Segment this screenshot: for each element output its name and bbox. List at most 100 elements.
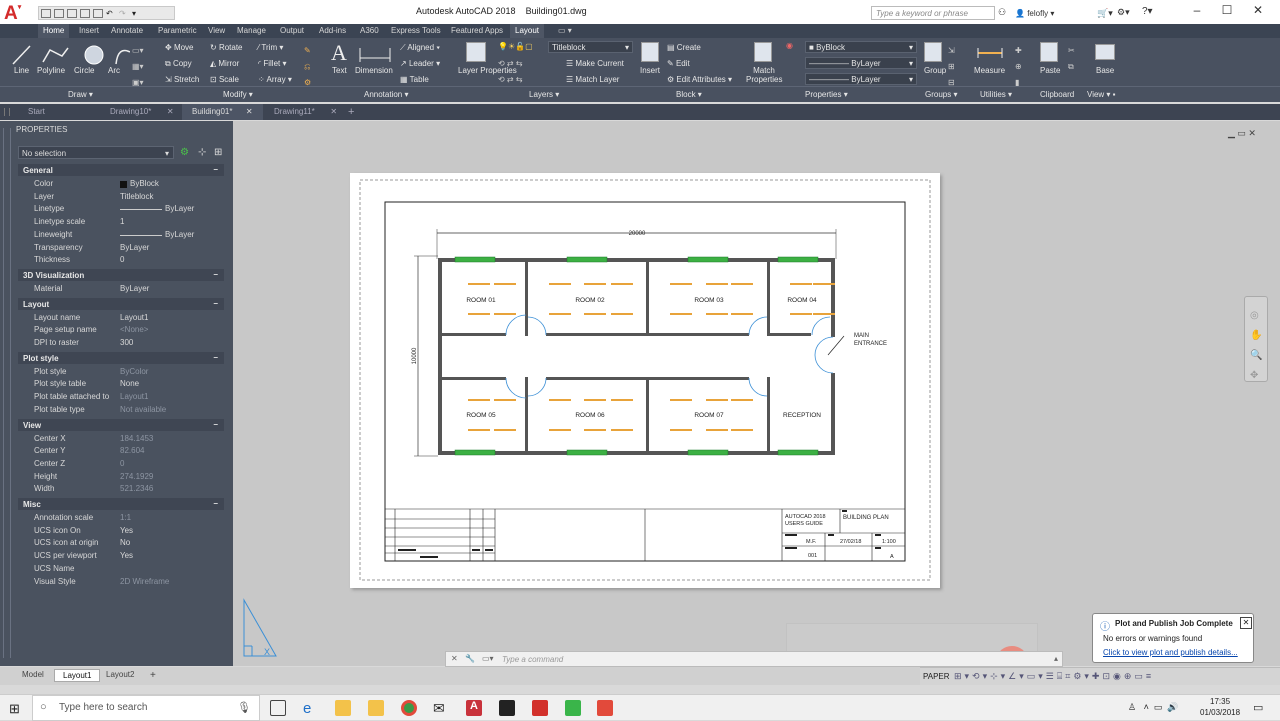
prop-value[interactable]: 2D Wireframe (120, 577, 169, 586)
viewport-window-controls[interactable]: ▁ ▭ ✕ (1228, 128, 1256, 139)
prop-value[interactable]: Layout1 (120, 313, 148, 322)
recorder-icon[interactable] (597, 700, 613, 716)
prop-value[interactable]: 0 (120, 459, 124, 468)
text-icon[interactable]: A (331, 40, 347, 66)
prop-value[interactable]: ByLayer (165, 230, 194, 239)
prop-value[interactable]: 274.1929 (120, 472, 153, 481)
microphone-icon[interactable]: 🎙 (237, 701, 251, 714)
tab-insert[interactable]: Insert (74, 24, 104, 38)
edge-icon[interactable]: e (303, 700, 319, 717)
help-icon[interactable]: ?▾ (1142, 6, 1153, 17)
search-input[interactable]: Type a keyword or phrase (871, 6, 995, 20)
array-button[interactable]: ⁘ Array ▾ (258, 75, 292, 84)
user-menu[interactable]: 👤 felofly ▾ (1015, 9, 1054, 18)
doc-tab-building01[interactable]: Building01* ✕ (182, 104, 263, 120)
mirror-button[interactable]: ◭ Mirror (210, 59, 239, 68)
prop-value[interactable]: ByLayer (120, 284, 149, 293)
prop-value[interactable]: 1:1 (120, 513, 131, 522)
layer-properties-icon[interactable] (466, 42, 486, 62)
task-view-icon[interactable] (270, 700, 286, 716)
tab-manage[interactable]: Manage (232, 24, 271, 38)
arc-button[interactable]: Arc (108, 66, 120, 75)
palette-grip[interactable] (3, 128, 11, 658)
panel-title-utilities[interactable]: Utilities ▾ (980, 90, 1012, 99)
prop-value[interactable]: 184.1453 (120, 434, 153, 443)
taskbar-search[interactable]: ○ Type here to search 🎙 (32, 695, 260, 721)
trim-button[interactable]: ⁄ Trim ▾ (258, 43, 283, 52)
cmd-history-icon[interactable]: ▴ (1054, 654, 1058, 663)
prop-value[interactable]: Not available (120, 405, 166, 414)
copy-button[interactable]: ⧉ Copy (165, 59, 192, 69)
linetype-dropdown[interactable]: ————— ByLayer ▾ (805, 57, 917, 69)
color-dropdown[interactable]: ■ ByBlock ▾ (805, 41, 917, 53)
mail-icon[interactable]: ✉ (433, 700, 449, 716)
section-view[interactable]: View – (18, 418, 224, 431)
match-layer-button[interactable]: ☰ Match Layer (566, 75, 619, 84)
group-button[interactable]: Group (924, 66, 946, 75)
rotate-button[interactable]: ↻ Rotate (210, 43, 243, 52)
utility-icons[interactable]: ✚ ⊕ ▮ (1015, 43, 1022, 91)
circle-button[interactable]: Circle (74, 66, 94, 75)
tab-model[interactable]: Model (14, 669, 52, 682)
nav-icons[interactable]: ◎ ✋ 🔍 ✥ (1250, 306, 1262, 386)
file-explorer-icon[interactable] (335, 700, 351, 716)
open-icon[interactable] (54, 9, 64, 18)
camtasia-icon[interactable] (565, 700, 581, 716)
base-icon[interactable] (1095, 44, 1115, 60)
dimension-button[interactable]: Dimension (355, 66, 393, 75)
group-icon[interactable] (924, 42, 942, 62)
command-line[interactable]: ✕ 🔧 ▭▾ Type a command ▴ (445, 651, 1063, 667)
measure-button[interactable]: Measure (974, 66, 1005, 75)
edit-attributes-button[interactable]: ⚙ Edit Attributes ▾ (667, 75, 732, 84)
prop-value[interactable]: 0 (120, 255, 124, 264)
layer-tools2-icons[interactable]: ⟲ ⇄ ⇆ (498, 75, 523, 84)
pickadd-icon[interactable]: ⊞ (214, 147, 222, 158)
tab-home[interactable]: Home (38, 24, 70, 38)
tab-output[interactable]: Output (275, 24, 309, 38)
lineweight-dropdown[interactable]: ————— ByLayer ▾ (805, 73, 917, 85)
add-layout-icon[interactable]: + (142, 669, 164, 682)
move-button[interactable]: ✥ Move (165, 43, 194, 52)
status-tool-icons[interactable]: ⊞▾⟲▾⊹▾∠▾▭▾☰⌸⌗⚙▾✚⊡◉⊕▭≡ (954, 671, 1154, 682)
section-plot[interactable]: Plot style – (18, 351, 224, 364)
new-tab-icon[interactable]: + (348, 106, 354, 118)
leader-button[interactable]: ↗ Leader ▾ (400, 59, 440, 68)
text-button[interactable]: Text (332, 66, 347, 75)
close-button[interactable]: ✕ (1243, 3, 1273, 21)
command-input[interactable]: Type a command (502, 655, 563, 664)
select-objects-icon[interactable]: ⊹ (198, 147, 206, 158)
layer-tools-icons[interactable]: ⟲ ⇄ ⇆ (498, 59, 523, 68)
pdf-icon[interactable] (532, 700, 548, 716)
modify-extra-icons[interactable]: ✎ ⎌ ⚙ (304, 43, 311, 91)
store-icon[interactable] (368, 700, 384, 716)
doc-tab-drawing10[interactable]: Drawing10* ✕ (100, 104, 184, 120)
recent-cmd-icon[interactable]: ▭▾ (482, 654, 494, 663)
tab-view[interactable]: View (203, 24, 230, 38)
redo-icon[interactable]: ↷ (119, 9, 129, 18)
tab-layout[interactable]: Layout (510, 24, 545, 38)
make-current-button[interactable]: ☰ Make Current (566, 59, 624, 68)
create-block-button[interactable]: ▤ Create (667, 43, 701, 52)
close-notification-button[interactable]: ✕ (1240, 617, 1252, 629)
section-misc[interactable]: Misc – (18, 498, 224, 510)
prop-value[interactable]: Titleblock (120, 192, 154, 201)
doc-tab-start[interactable]: Start (18, 104, 55, 120)
system-clock[interactable]: 17:35 01/03/2018 (1200, 696, 1240, 718)
tab-layout1[interactable]: Layout1 (54, 669, 101, 682)
notification-link[interactable]: Click to view plot and publish details..… (1103, 648, 1238, 657)
maximize-button[interactable]: ☐ (1212, 3, 1242, 21)
tab-express-tools[interactable]: Express Tools (386, 24, 446, 38)
scale-button[interactable]: ⊡ Scale (210, 75, 239, 84)
prop-value[interactable]: 521.2346 (120, 484, 153, 493)
tab-a360[interactable]: A360 (355, 24, 384, 38)
tab-addins[interactable]: Add-ins (314, 24, 351, 38)
clipboard-icons[interactable]: ✂ ⧉ (1068, 43, 1075, 75)
save-icon[interactable] (67, 9, 77, 18)
paste-icon[interactable] (1040, 42, 1058, 62)
match-properties-icon[interactable] (754, 42, 772, 62)
line-button[interactable]: Line (14, 66, 29, 75)
panel-title-view[interactable]: View ▾ ▪ (1087, 90, 1116, 99)
layer-dropdown[interactable]: Titleblock ▾ (548, 41, 633, 53)
prop-value[interactable]: 82.604 (120, 446, 144, 455)
autocad-logo-icon[interactable]: A▾ (4, 3, 34, 24)
